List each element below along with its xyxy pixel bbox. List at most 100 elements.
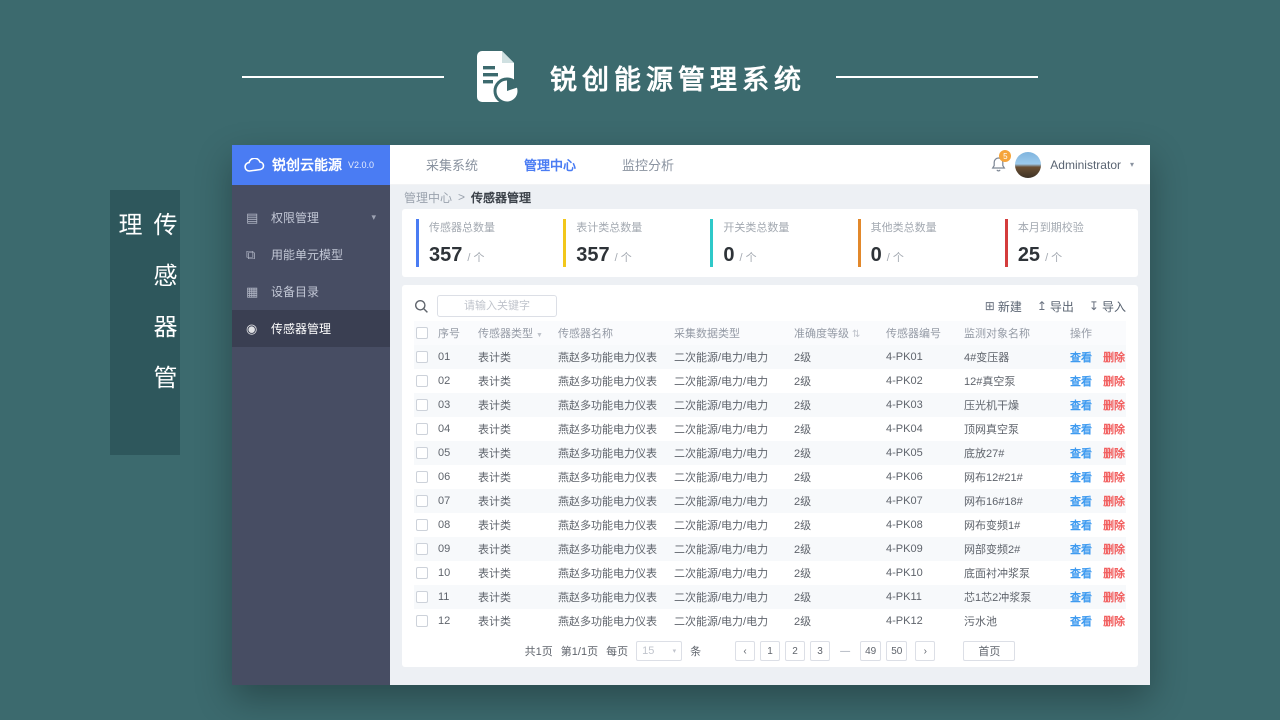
delete-link[interactable]: 删除 (1103, 448, 1125, 460)
app-sidebar: 锐创云能源 V2.0.0 ▤ 权限管理 ▾ ⧉ 用能单元模型 ▦ 设备目录 ◉ … (232, 145, 390, 685)
view-link[interactable]: 查看 (1070, 520, 1092, 532)
page-button[interactable]: 50 (886, 641, 908, 661)
sidebar-item[interactable]: ▤ 权限管理 ▾ (232, 199, 390, 236)
view-link[interactable]: 查看 (1070, 448, 1092, 460)
row-checkbox[interactable] (416, 543, 428, 555)
sidebar-item-label: 设备目录 (271, 285, 320, 299)
menu-icon: ◉ (246, 320, 258, 336)
page-banner: 锐创能源管理系统 (0, 50, 1280, 104)
header-sensor-type[interactable]: 传感器类型 ▼ (478, 325, 558, 341)
sidebar-item[interactable]: ▦ 设备目录 (232, 273, 390, 310)
row-checkbox[interactable] (416, 615, 428, 627)
delete-link[interactable]: 删除 (1103, 376, 1125, 388)
row-checkbox[interactable] (416, 519, 428, 531)
export-button[interactable]: ↥ 导出 (1037, 298, 1074, 315)
view-link[interactable]: 查看 (1070, 568, 1092, 580)
header-sensor-name: 传感器名称 (558, 328, 613, 340)
sidebar-item[interactable]: ⧉ 用能单元模型 (232, 236, 390, 273)
delete-link[interactable]: 删除 (1103, 496, 1125, 508)
menu-icon: ▦ (246, 283, 259, 299)
view-link[interactable]: 查看 (1070, 472, 1092, 484)
view-link[interactable]: 查看 (1070, 352, 1092, 364)
row-checkbox[interactable] (416, 567, 428, 579)
filter-icon: ▼ (536, 332, 543, 339)
table-row: 03 表计类 燕赵多功能电力仪表 二次能源/电力/电力 2级 4-PK03 压光… (414, 393, 1126, 417)
delete-link[interactable]: 删除 (1103, 472, 1125, 484)
toolbar-actions: ⊞ 新建 ↥ 导出 ↧ 导入 (985, 298, 1126, 315)
notification-bell-icon[interactable]: 5 (991, 150, 1012, 173)
page-button[interactable]: — (835, 641, 855, 661)
sidebar-menu: ▤ 权限管理 ▾ ⧉ 用能单元模型 ▦ 设备目录 ◉ 传感器管理 (232, 185, 390, 347)
app-window: 锐创云能源 V2.0.0 ▤ 权限管理 ▾ ⧉ 用能单元模型 ▦ 设备目录 ◉ … (232, 145, 1150, 685)
delete-link[interactable]: 删除 (1103, 520, 1125, 532)
row-checkbox[interactable] (416, 423, 428, 435)
menu-icon: ⧉ (246, 246, 256, 262)
prev-page-button[interactable]: ‹ (735, 641, 756, 661)
delete-link[interactable]: 删除 (1103, 616, 1125, 628)
view-link[interactable]: 查看 (1070, 616, 1092, 628)
view-link[interactable]: 查看 (1070, 544, 1092, 556)
delete-link[interactable]: 删除 (1103, 352, 1125, 364)
stat-block: 开关类总数量 0/ 个 (710, 219, 843, 267)
row-checkbox[interactable] (416, 351, 428, 363)
header-actions: 操作 (1070, 328, 1092, 340)
view-link[interactable]: 查看 (1070, 376, 1092, 388)
row-checkbox[interactable] (416, 399, 428, 411)
menu-icon: ▤ (246, 209, 259, 225)
breadcrumb-parent[interactable]: 管理中心 (404, 189, 452, 206)
export-icon: ↥ (1036, 299, 1047, 313)
row-checkbox[interactable] (416, 495, 428, 507)
stat-label: 表计类总数量 (576, 222, 643, 234)
top-navigation: 采集系统 管理中心 监控分析 (390, 155, 674, 174)
table-row: 09 表计类 燕赵多功能电力仪表 二次能源/电力/电力 2级 4-PK09 网部… (414, 537, 1126, 561)
breadcrumb-current: 传感器管理 (471, 190, 532, 205)
table-row: 05 表计类 燕赵多功能电力仪表 二次能源/电力/电力 2级 4-PK05 底放… (414, 441, 1126, 465)
row-checkbox[interactable] (416, 375, 428, 387)
stat-value: 25/ 个 (1017, 244, 1063, 266)
breadcrumb-separator: > (458, 190, 466, 204)
row-checkbox[interactable] (416, 447, 428, 459)
import-button[interactable]: ↧ 导入 (1089, 298, 1126, 315)
delete-link[interactable]: 删除 (1103, 544, 1125, 556)
table-row: 06 表计类 燕赵多功能电力仪表 二次能源/电力/电力 2级 4-PK06 网布… (414, 465, 1126, 489)
view-link[interactable]: 查看 (1070, 424, 1092, 436)
page-size-select[interactable]: 15 ▾ (636, 641, 683, 661)
view-link[interactable]: 查看 (1070, 592, 1092, 604)
document-chart-icon (474, 50, 520, 104)
sidebar-item-label: 权限管理 (271, 211, 320, 225)
delete-link[interactable]: 删除 (1103, 592, 1125, 604)
search-icon[interactable] (414, 299, 429, 314)
page-button[interactable]: 1 (760, 641, 781, 661)
nav-item[interactable]: 监控分析 (622, 155, 674, 174)
delete-link[interactable]: 删除 (1103, 568, 1125, 580)
page-button[interactable]: 3 (810, 641, 831, 661)
page-button[interactable]: 2 (785, 641, 806, 661)
next-page-button[interactable]: › (915, 641, 936, 661)
user-dropdown-icon[interactable]: ▾ (1130, 160, 1134, 169)
stat-label: 开关类总数量 (723, 222, 790, 234)
header-data-type: 采集数据类型 (674, 328, 740, 340)
delete-link[interactable]: 删除 (1103, 400, 1125, 412)
table-row: 12 表计类 燕赵多功能电力仪表 二次能源/电力/电力 2级 4-PK12 污水… (414, 609, 1126, 633)
row-checkbox[interactable] (416, 471, 428, 483)
nav-item[interactable]: 管理中心 (524, 155, 576, 174)
page-background: 锐创能源管理系统 传感器管理 锐创云能源 V2.0.0 ▤ 权限管理 ▾ ⧉ 用… (0, 0, 1280, 720)
nav-item[interactable]: 采集系统 (426, 155, 478, 174)
header-accuracy[interactable]: 准确度等级 ⇅ (794, 325, 886, 341)
delete-link[interactable]: 删除 (1103, 424, 1125, 436)
select-all-checkbox[interactable] (416, 327, 428, 339)
page-button[interactable]: 49 (860, 641, 882, 661)
view-link[interactable]: 查看 (1070, 496, 1092, 508)
sort-icon: ⇅ (852, 329, 861, 340)
view-link[interactable]: 查看 (1070, 400, 1092, 412)
stat-block: 其他类总数量 0/ 个 (857, 219, 991, 267)
user-avatar[interactable] (1015, 151, 1042, 178)
home-page-button[interactable]: 首页 (963, 641, 1016, 661)
table-row: 04 表计类 燕赵多功能电力仪表 二次能源/电力/电力 2级 4-PK04 顶网… (414, 417, 1126, 441)
create-button[interactable]: ⊞ 新建 (985, 298, 1022, 315)
row-checkbox[interactable] (416, 591, 428, 603)
pagination: 共1页 第1/1页 每页 15 ▾ 条 ‹ 1 2 3—49 50 › 首页 (414, 635, 1126, 667)
search-input[interactable] (437, 295, 557, 317)
user-name[interactable]: Administrator (1050, 158, 1121, 172)
sidebar-item[interactable]: ◉ 传感器管理 (232, 310, 390, 347)
